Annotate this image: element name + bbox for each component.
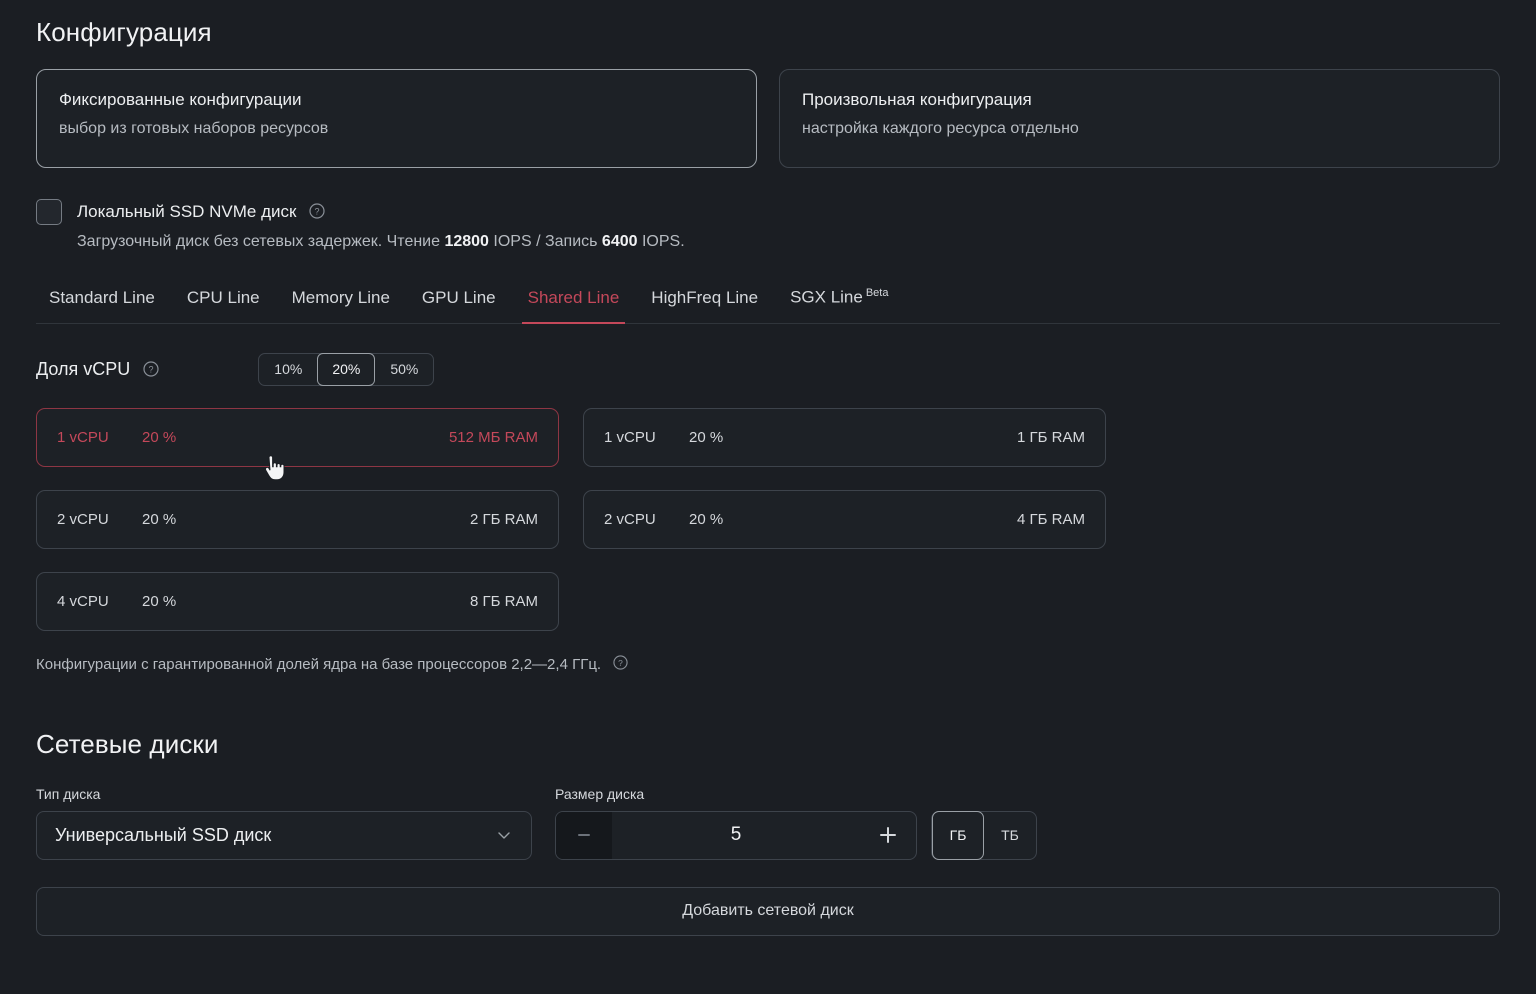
plan-share: 20 % <box>142 511 470 528</box>
plus-icon[interactable] <box>860 812 916 859</box>
local-ssd-read-iops: 12800 <box>444 233 489 250</box>
plans-footnote-text: Конфигурации с гарантированной долей ядр… <box>36 656 601 673</box>
disk-fields-row: Тип диска Универсальный SSD диск Размер … <box>36 786 1500 860</box>
disk-type-value: Универсальный SSD диск <box>55 825 271 846</box>
add-network-disk-label: Добавить сетевой диск <box>682 902 853 920</box>
unit-option-gb[interactable]: ГБ <box>932 811 984 860</box>
tab-cpu-line[interactable]: CPU Line <box>171 288 276 323</box>
plan-grid: 1 vCPU 20 % 512 МБ RAM 1 vCPU 20 % 1 ГБ … <box>36 408 1500 631</box>
plan-share: 20 % <box>142 429 449 446</box>
vcpu-share-label: Доля vCPU ? <box>36 359 159 380</box>
svg-text:?: ? <box>618 658 623 668</box>
plan-cpu: 1 vCPU <box>57 429 142 446</box>
local-ssd-desc-suffix: IOPS. <box>638 233 685 250</box>
disk-size-value[interactable]: 5 <box>612 824 860 846</box>
configuration-mode-cards: Фиксированные конфигурации выбор из гото… <box>36 69 1500 168</box>
tab-shared-line[interactable]: Shared Line <box>512 288 636 323</box>
mode-card-fixed-subtitle: выбор из готовых наборов ресурсов <box>59 119 734 138</box>
local-ssd-write-iops: 6400 <box>602 233 638 250</box>
platform-line-tabs: Standard Line CPU Line Memory Line GPU L… <box>36 287 1500 324</box>
disk-type-label: Тип диска <box>36 786 532 802</box>
disk-size-stepper: 5 <box>555 811 917 860</box>
mode-card-fixed-title: Фиксированные конфигурации <box>59 90 734 110</box>
plans-footnote: Конфигурации с гарантированной долей ядр… <box>36 655 1500 673</box>
tab-standard-line-label: Standard Line <box>49 288 155 307</box>
minus-icon[interactable] <box>556 812 612 859</box>
local-ssd-description: Загрузочный диск без сетевых задержек. Ч… <box>77 233 1500 251</box>
plan-ram: 4 ГБ RAM <box>1017 511 1085 528</box>
tab-memory-line-label: Memory Line <box>292 288 390 307</box>
add-network-disk-button[interactable]: Добавить сетевой диск <box>36 887 1500 936</box>
svg-text:?: ? <box>149 364 154 374</box>
disk-size-field: Размер диска 5 ГБ ТБ <box>555 786 1037 860</box>
disk-type-field: Тип диска Универсальный SSD диск <box>36 786 532 860</box>
network-disks-section: Сетевые диски Тип диска Универсальный SS… <box>36 729 1500 936</box>
configuration-page: Конфигурация Фиксированные конфигурации … <box>0 0 1536 994</box>
plan-ram: 1 ГБ RAM <box>1017 429 1085 446</box>
tab-shared-line-label: Shared Line <box>528 288 620 307</box>
local-ssd-block: Локальный SSD NVMe диск ? Загрузочный ди… <box>36 199 1500 251</box>
plan-cpu: 4 vCPU <box>57 593 142 610</box>
plan-share: 20 % <box>689 511 1017 528</box>
plan-ram: 8 ГБ RAM <box>470 593 538 610</box>
local-ssd-checkbox[interactable] <box>36 199 62 225</box>
mode-card-custom[interactable]: Произвольная конфигурация настройка кажд… <box>779 69 1500 168</box>
mode-card-custom-subtitle: настройка каждого ресурса отдельно <box>802 119 1477 138</box>
vcpu-share-option-50[interactable]: 50% <box>375 353 433 386</box>
plan-card-1vcpu-1gb[interactable]: 1 vCPU 20 % 1 ГБ RAM <box>583 408 1106 467</box>
plan-cpu: 1 vCPU <box>604 429 689 446</box>
page-title: Конфигурация <box>36 0 1500 48</box>
vcpu-share-segmented-control: 10% 20% 50% <box>258 353 434 386</box>
plan-ram: 512 МБ RAM <box>449 429 538 446</box>
question-circle-icon[interactable]: ? <box>613 655 629 671</box>
disk-size-unit-toggle: ГБ ТБ <box>931 811 1037 860</box>
tab-sgx-line[interactable]: SGX LineBeta <box>774 287 904 323</box>
tab-sgx-line-badge: Beta <box>866 287 889 299</box>
tab-memory-line[interactable]: Memory Line <box>276 288 406 323</box>
tab-standard-line[interactable]: Standard Line <box>36 288 171 323</box>
tab-highfreq-line[interactable]: HighFreq Line <box>635 288 774 323</box>
chevron-down-icon <box>495 826 513 844</box>
mode-card-custom-title: Произвольная конфигурация <box>802 90 1477 110</box>
plan-card-1vcpu-512mb[interactable]: 1 vCPU 20 % 512 МБ RAM <box>36 408 559 467</box>
question-circle-icon[interactable]: ? <box>143 361 159 377</box>
plan-share: 20 % <box>689 429 1017 446</box>
tab-highfreq-line-label: HighFreq Line <box>651 288 758 307</box>
disk-type-select[interactable]: Универсальный SSD диск <box>36 811 532 860</box>
vcpu-share-option-20[interactable]: 20% <box>317 353 375 386</box>
plan-cpu: 2 vCPU <box>604 511 689 528</box>
tab-gpu-line-label: GPU Line <box>422 288 496 307</box>
vcpu-share-row: Доля vCPU ? 10% 20% 50% <box>36 353 1500 386</box>
vcpu-share-option-10[interactable]: 10% <box>259 353 317 386</box>
tab-cpu-line-label: CPU Line <box>187 288 260 307</box>
tab-sgx-line-label: SGX Line <box>790 288 863 307</box>
question-circle-icon[interactable]: ? <box>309 203 325 219</box>
plan-ram: 2 ГБ RAM <box>470 511 538 528</box>
local-ssd-desc-prefix: Загрузочный диск без сетевых задержек. Ч… <box>77 233 444 250</box>
svg-text:?: ? <box>315 207 320 217</box>
local-ssd-desc-middle: IOPS / Запись <box>489 233 602 250</box>
local-ssd-row: Локальный SSD NVMe диск ? <box>36 199 1500 225</box>
plan-card-2vcpu-4gb[interactable]: 2 vCPU 20 % 4 ГБ RAM <box>583 490 1106 549</box>
tab-gpu-line[interactable]: GPU Line <box>406 288 512 323</box>
network-disks-title: Сетевые диски <box>36 729 1500 760</box>
plan-cpu: 2 vCPU <box>57 511 142 528</box>
local-ssd-label-text: Локальный SSD NVMe диск <box>77 202 296 221</box>
plan-card-4vcpu-8gb[interactable]: 4 vCPU 20 % 8 ГБ RAM <box>36 572 559 631</box>
local-ssd-label: Локальный SSD NVMe диск ? <box>77 202 325 222</box>
plan-card-2vcpu-2gb[interactable]: 2 vCPU 20 % 2 ГБ RAM <box>36 490 559 549</box>
vcpu-share-label-text: Доля vCPU <box>36 359 130 379</box>
disk-size-label: Размер диска <box>555 786 1037 802</box>
plan-share: 20 % <box>142 593 470 610</box>
unit-option-tb[interactable]: ТБ <box>984 811 1036 860</box>
mode-card-fixed[interactable]: Фиксированные конфигурации выбор из гото… <box>36 69 757 168</box>
